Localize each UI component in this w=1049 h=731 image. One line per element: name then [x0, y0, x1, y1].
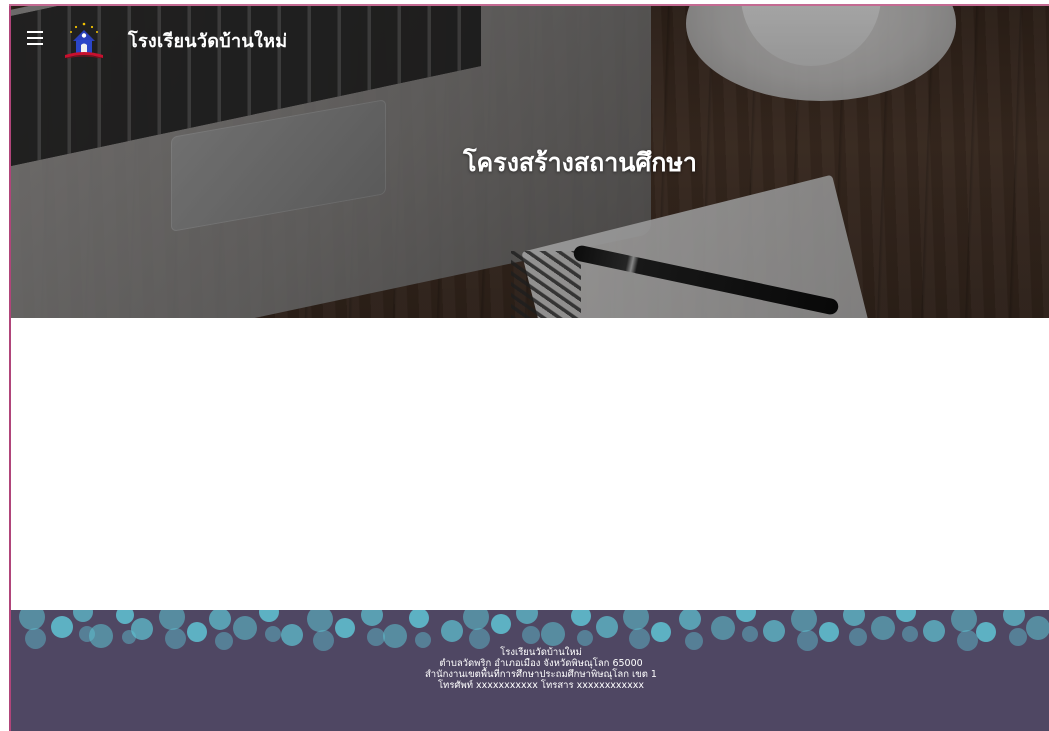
footer: โรงเรียนวัดบ้านใหม่ ตำบลวัดพริก อำเภอเมื… — [11, 610, 1049, 731]
bokeh-dot — [976, 622, 996, 642]
bokeh-dot — [159, 610, 185, 630]
bokeh-dot — [19, 610, 45, 630]
bokeh-dot — [896, 610, 916, 622]
bokeh-dot — [491, 614, 511, 634]
footer-contact: โทรศัพท์ xxxxxxxxxxx โทรสาร xxxxxxxxxxxx — [437, 680, 645, 691]
bokeh-dot — [623, 610, 649, 630]
bokeh-dot — [1003, 610, 1025, 626]
bokeh-dot — [742, 626, 758, 642]
bokeh-dot — [165, 628, 186, 649]
bokeh-dot — [469, 628, 490, 649]
bokeh-dot — [51, 616, 73, 638]
bokeh-dot — [25, 628, 46, 649]
school-logo-icon[interactable] — [61, 21, 107, 63]
bokeh-dot — [571, 610, 591, 626]
bokeh-dot — [923, 620, 945, 642]
footer-district-office: สำนักงานเขตพื้นที่การศึกษาประถมศึกษาพิษณ… — [425, 669, 657, 680]
bokeh-dot — [1009, 628, 1027, 646]
bokeh-dot — [763, 620, 785, 642]
footer-address: โรงเรียนวัดบ้านใหม่ ตำบลวัดพริก อำเภอเมื… — [11, 647, 1049, 691]
top-navigation-bar: โรงเรียนวัดบ้านใหม่ — [11, 6, 1049, 68]
bokeh-dot — [335, 618, 355, 638]
hamburger-menu-icon[interactable] — [27, 31, 43, 45]
bokeh-dot — [265, 626, 281, 642]
bokeh-dot — [1026, 616, 1049, 640]
bokeh-dot — [383, 624, 407, 648]
bokeh-dot — [522, 626, 540, 644]
site-title[interactable]: โรงเรียนวัดบ้านใหม่ — [128, 26, 287, 55]
bokeh-dot — [409, 610, 429, 628]
bokeh-dot — [187, 622, 207, 642]
bokeh-dot — [441, 620, 463, 642]
bokeh-dot — [951, 610, 977, 632]
bokeh-dot — [791, 610, 817, 632]
bokeh-dot — [736, 610, 756, 622]
bokeh-dot — [116, 610, 134, 624]
bokeh-dot — [819, 622, 839, 642]
bokeh-dot — [711, 616, 735, 640]
bokeh-dot — [281, 624, 303, 646]
bokeh-dot — [361, 610, 383, 626]
main-content — [11, 318, 1049, 610]
bokeh-dot — [849, 628, 867, 646]
bokeh-dot — [596, 616, 618, 638]
bokeh-dot — [541, 622, 565, 646]
bokeh-dot — [233, 616, 257, 640]
bokeh-dot — [577, 630, 593, 646]
page-title: โครงสร้างสถานศึกษา — [463, 148, 697, 177]
bokeh-dot — [131, 618, 153, 640]
bokeh-dot — [209, 610, 231, 630]
bokeh-dot — [307, 610, 333, 632]
frame-border-top — [9, 4, 1049, 6]
bokeh-dot — [679, 610, 701, 630]
bokeh-dot — [843, 610, 865, 626]
bokeh-dot — [259, 610, 279, 622]
page: โรงเรียนวัดบ้านใหม่ โครงสร้างสถานศึกษา โ… — [0, 0, 1049, 731]
bokeh-dot — [902, 626, 918, 642]
frame-border — [9, 4, 11, 731]
bokeh-dot — [415, 632, 431, 648]
bokeh-dot — [871, 616, 895, 640]
bokeh-dot — [651, 622, 671, 642]
footer-school-name: โรงเรียนวัดบ้านใหม่ — [500, 647, 582, 658]
bokeh-dot — [629, 628, 650, 649]
bokeh-dot — [516, 610, 538, 624]
footer-address-line: ตำบลวัดพริก อำเภอเมือง จังหวัดพิษณุโลก 6… — [439, 658, 643, 669]
bokeh-dot — [463, 610, 489, 630]
bokeh-dot — [73, 610, 93, 622]
bokeh-dot — [89, 624, 113, 648]
